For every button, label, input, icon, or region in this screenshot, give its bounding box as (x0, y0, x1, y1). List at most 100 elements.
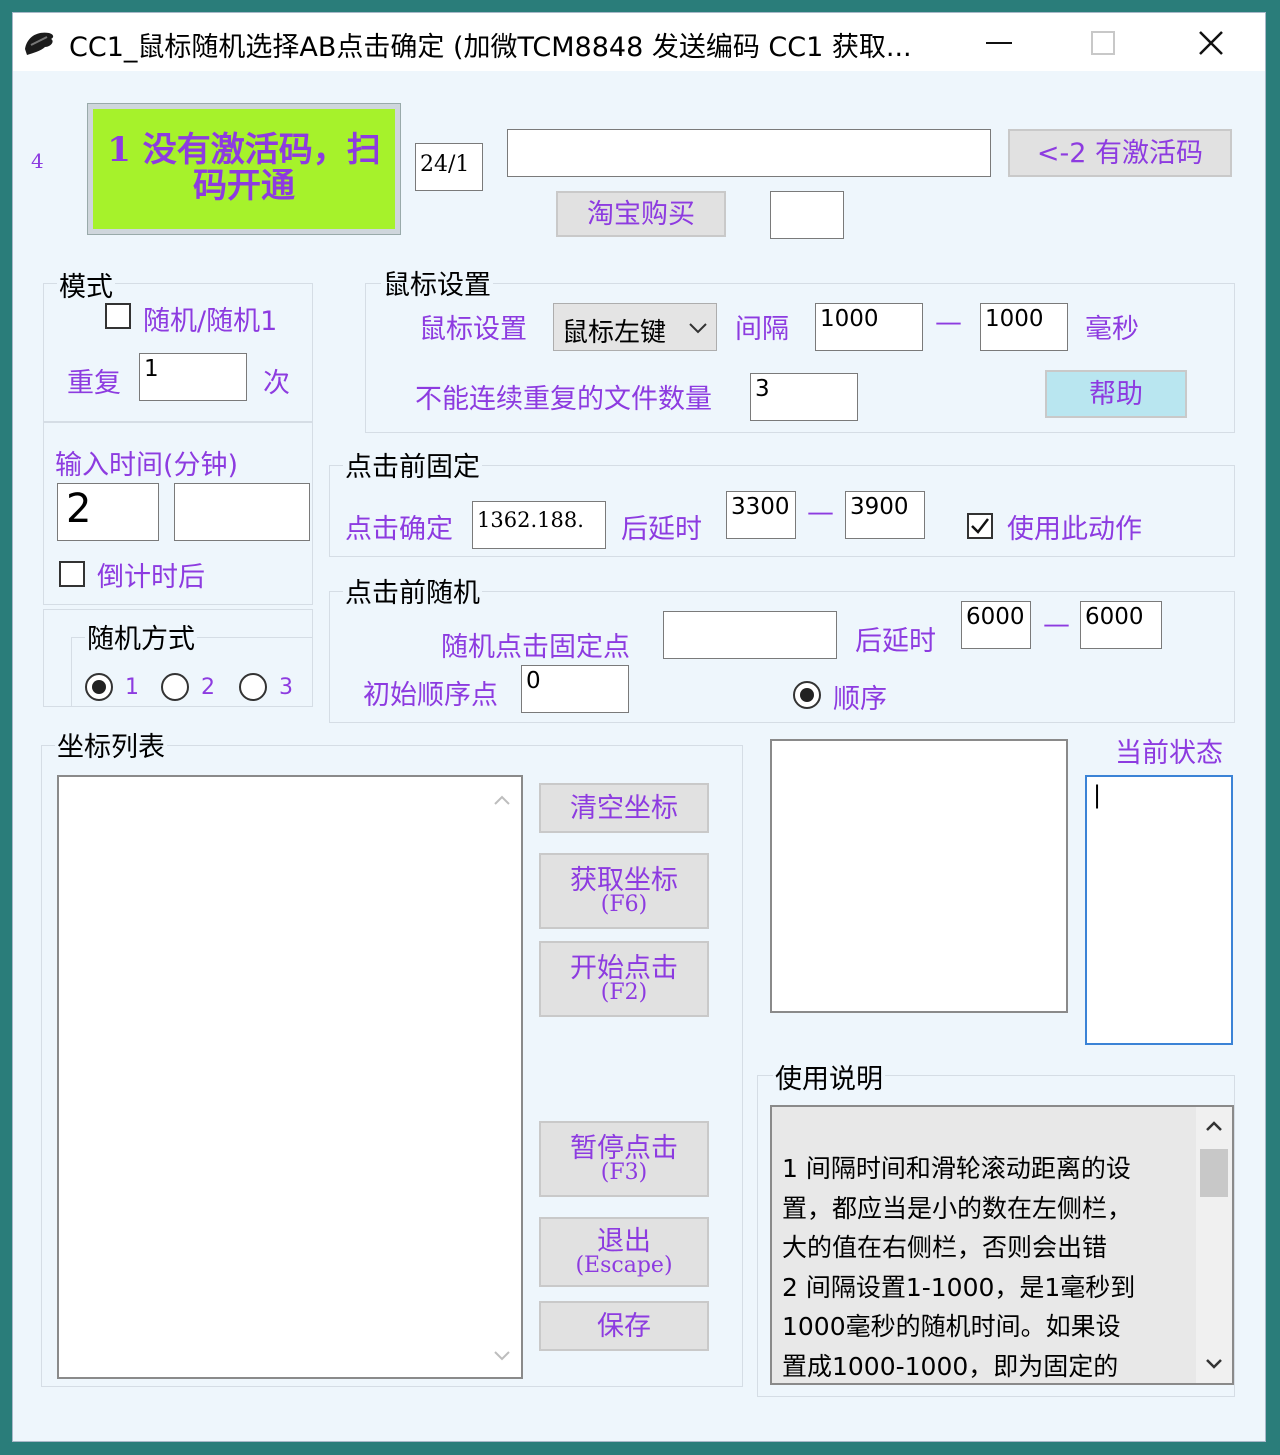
maximize-button[interactable] (1073, 17, 1133, 69)
scroll-thumb[interactable] (1200, 1149, 1228, 1197)
radio-option-1-label: 1 (125, 675, 139, 700)
random-label: 随机/随机1 (143, 306, 278, 337)
no-repeat-label: 不能连续重复的文件数量 (415, 384, 712, 415)
pause-click-label: 暂停点击 (570, 1132, 678, 1164)
random-mode-title: 随机方式 (85, 617, 197, 656)
fixed-delay-dash: — (807, 497, 834, 528)
close-icon (1199, 31, 1223, 55)
preview-box (770, 739, 1068, 1013)
mouse-group-title: 鼠标设置 (381, 263, 493, 302)
start-click-key: (F2) (600, 979, 648, 1005)
instructions-title: 使用说明 (773, 1057, 885, 1096)
countdown-label: 倒计时后 (97, 562, 205, 593)
time-label: 输入时间(分钟) (55, 450, 239, 481)
countdown-checkbox[interactable] (59, 561, 85, 587)
clear-coords-button[interactable]: 清空坐标 (539, 783, 709, 833)
use-action-checkbox[interactable] (967, 513, 993, 539)
scroll-up-icon[interactable] (1205, 1119, 1223, 1133)
minimize-button[interactable] (969, 17, 1029, 69)
radio-option-3[interactable] (239, 673, 267, 701)
confirm-input[interactable]: 1362.188. (472, 501, 606, 549)
no-repeat-input[interactable]: 3 (750, 373, 858, 421)
scroll-up-icon[interactable] (493, 793, 511, 807)
mouse-setting-label: 鼠标设置 (419, 314, 527, 345)
interval-max-input[interactable]: 1000 (980, 303, 1068, 351)
save-button[interactable]: 保存 (539, 1301, 709, 1351)
instructions-textbox[interactable]: 1 间隔时间和滑轮滚动距离的设 置，都应当是小的数在左侧栏， 大的值在右侧栏，否… (770, 1105, 1234, 1385)
start-order-input[interactable]: 0 (521, 665, 629, 713)
use-action-label: 使用此动作 (1007, 514, 1142, 545)
start-click-button[interactable]: 开始点击 (F2) (539, 941, 709, 1017)
code-input[interactable] (507, 129, 991, 177)
minimize-icon (986, 42, 1012, 44)
coords-title: 坐标列表 (55, 725, 167, 764)
time-input-2[interactable] (174, 483, 310, 541)
save-label: 保存 (597, 1310, 651, 1342)
confirm-label: 点击确定 (345, 514, 453, 545)
radio-option-2-label: 2 (201, 675, 215, 700)
interval-min-input[interactable]: 1000 (815, 303, 923, 351)
status-textbox[interactable]: | (1085, 775, 1233, 1045)
instructions-scrollbar[interactable] (1196, 1107, 1232, 1383)
interval-label: 间隔 (735, 314, 789, 345)
clear-coords-label: 清空坐标 (570, 792, 678, 824)
radio-option-3-label: 3 (279, 675, 293, 700)
pause-click-key: (F3) (600, 1159, 648, 1185)
close-button[interactable] (1181, 17, 1241, 69)
version-box: 24/1 (415, 143, 483, 191)
start-order-label: 初始顺序点 (363, 680, 498, 711)
title-bar: CC1_鼠标随机选择AB点击确定 (加微TCM8848 发送编码 CC1 获取.… (13, 13, 1265, 71)
random-delay-min-input[interactable]: 6000 (961, 601, 1031, 649)
get-coords-button[interactable]: 获取坐标 (F6) (539, 853, 709, 929)
window-title: CC1_鼠标随机选择AB点击确定 (加微TCM8848 发送编码 CC1 获取.… (69, 32, 912, 63)
mode-group-title: 模式 (57, 265, 115, 304)
fixed-delay-label: 后延时 (621, 514, 702, 545)
fixed-delay-max-input[interactable]: 3900 (845, 491, 925, 539)
scroll-down-icon[interactable] (493, 1349, 511, 1363)
order-radio[interactable] (793, 681, 821, 709)
fixed-point-label: 随机点击固定点 (441, 632, 630, 663)
counter-label: 4 (31, 149, 44, 173)
activation-button[interactable]: 1 没有激活码，扫码开通 (93, 109, 395, 229)
instructions-text: 1 间隔时间和滑轮滚动距离的设 置，都应当是小的数在左侧栏， 大的值在右侧栏，否… (782, 1149, 1182, 1383)
instruction-line: 2 间隔设置1-1000，是1毫秒到 (782, 1272, 1136, 1302)
activation-frame: 1 没有激活码，扫码开通 (87, 103, 401, 235)
time-input[interactable]: 2 (57, 483, 159, 541)
order-label: 顺序 (833, 684, 887, 715)
random-delay-dash: — (1043, 609, 1070, 640)
fixed-point-input[interactable] (663, 611, 837, 659)
radio-option-2[interactable] (161, 673, 189, 701)
get-coords-key: (F6) (600, 891, 648, 917)
app-window: CC1_鼠标随机选择AB点击确定 (加微TCM8848 发送编码 CC1 获取.… (12, 12, 1266, 1442)
repeat-input[interactable]: 1 (139, 353, 247, 401)
help-button[interactable]: 帮助 (1045, 370, 1187, 418)
status-label: 当前状态 (1115, 738, 1223, 769)
fixed-delay-min-input[interactable]: 3300 (726, 491, 796, 539)
exit-key: (Escape) (575, 1252, 673, 1278)
instruction-line: 1 间隔时间和滑轮滚动距离的设 (782, 1154, 1131, 1183)
coords-listbox[interactable] (57, 775, 523, 1379)
instruction-line: 置成1000-1000，即为固定的 (782, 1351, 1119, 1381)
random-delay-label: 后延时 (855, 626, 936, 657)
mouse-button-select[interactable]: 鼠标左键 (553, 303, 717, 351)
interval-dash: — (935, 307, 962, 338)
maximize-icon (1091, 31, 1115, 55)
radio-option-1[interactable] (85, 673, 113, 701)
scroll-down-icon[interactable] (1205, 1357, 1223, 1371)
pause-click-button[interactable]: 暂停点击 (F3) (539, 1121, 709, 1197)
instruction-line: 置，都应当是小的数在左侧栏， (782, 1193, 1133, 1223)
random-checkbox[interactable] (105, 303, 131, 329)
taobao-button[interactable]: 淘宝购买 (556, 191, 726, 237)
small-input[interactable] (770, 191, 844, 239)
exit-label: 退出 (597, 1225, 651, 1257)
app-icon (25, 32, 54, 55)
times-label: 次 (263, 368, 290, 399)
get-coords-label: 获取坐标 (570, 864, 678, 896)
mouse-button-value: 鼠标左键 (562, 318, 667, 348)
exit-button[interactable]: 退出 (Escape) (539, 1217, 709, 1287)
random-delay-max-input[interactable]: 6000 (1080, 601, 1162, 649)
checkmark-icon (971, 518, 989, 534)
chevron-down-icon (689, 323, 707, 334)
has-code-button[interactable]: <-2 有激活码 (1008, 129, 1232, 177)
random-click-title: 点击前随机 (343, 571, 482, 610)
